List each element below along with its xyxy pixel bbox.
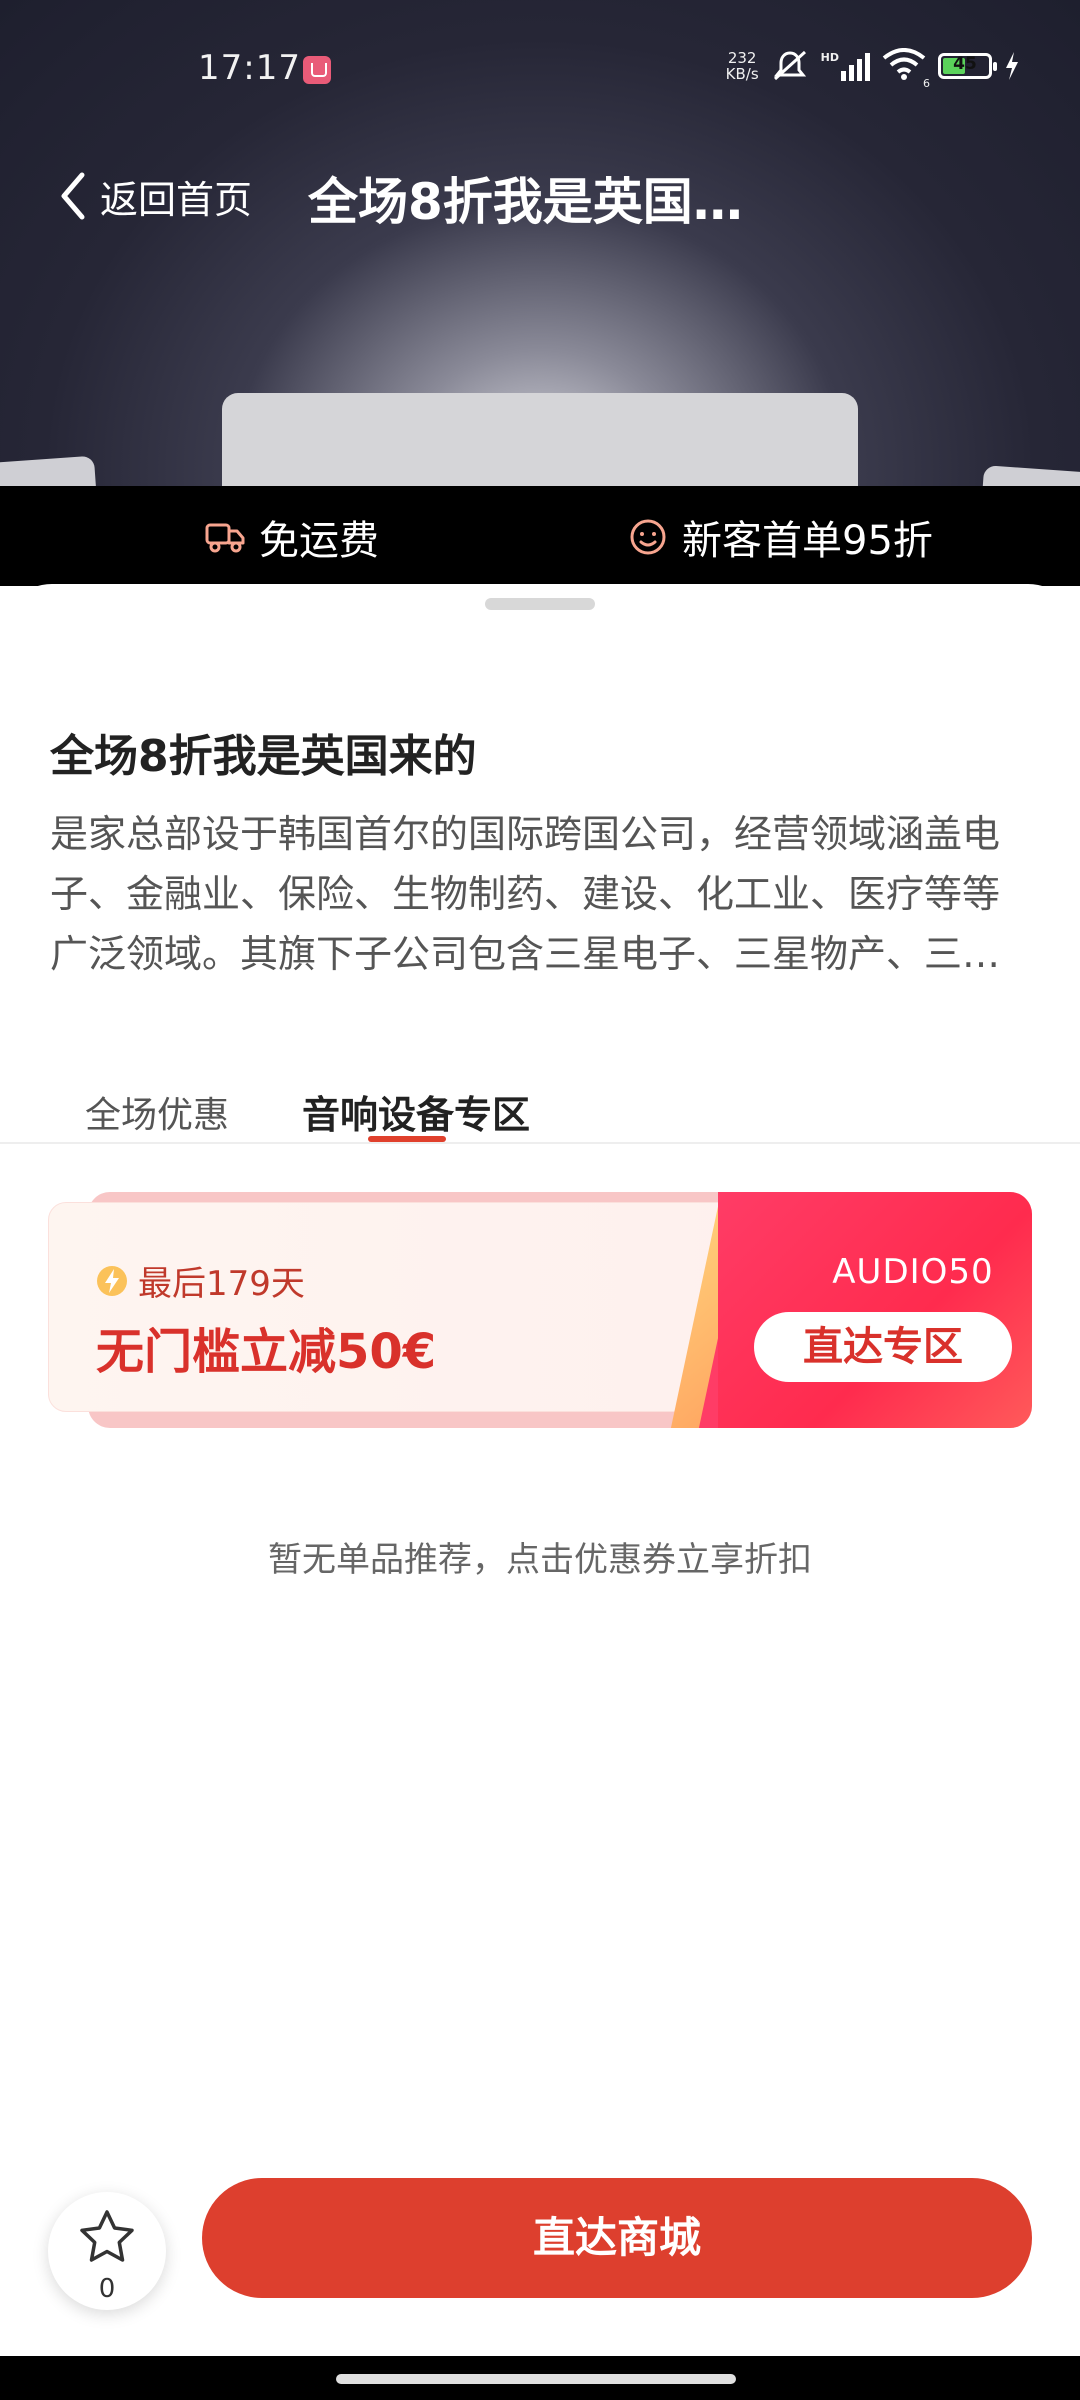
chevron-left-icon	[61, 172, 85, 220]
empty-hint: 暂无单品推荐，点击优惠券立享折扣	[268, 1540, 812, 1580]
wifi-label: 6	[923, 77, 930, 90]
favorite-button[interactable]: 0	[48, 2192, 166, 2310]
coupon-amount: 无门槛立减50€	[96, 1324, 437, 1380]
tab-audio-equipment[interactable]: 音响设备专区	[302, 1084, 530, 1139]
status-bar: 17:17 232 KB/s HD 6 45	[0, 40, 1080, 100]
perk-label: 免运费	[259, 518, 379, 564]
go-to-zone-button[interactable]: 直达专区	[754, 1312, 1012, 1382]
hero-side-card-right	[980, 465, 1080, 486]
sheet-drag-handle[interactable]	[485, 598, 595, 610]
coupon-code: AUDIO50	[832, 1252, 994, 1292]
page-title: 全场8折我是英国…	[308, 173, 743, 231]
star-icon	[80, 2210, 134, 2262]
favorite-count: 0	[98, 2274, 116, 2304]
status-time: 17:17	[198, 48, 301, 88]
coupon-action-area	[718, 1192, 1032, 1428]
net-speed: 232 KB/s	[726, 50, 759, 82]
coupon-expiry: 最后179天	[94, 1256, 305, 1305]
back-button[interactable]: 返回首页	[58, 166, 252, 226]
store-name: 全场8折我是英国来的	[50, 731, 477, 782]
net-speed-value: 232	[727, 49, 757, 67]
tab-all-deals[interactable]: 全场优惠	[85, 1086, 229, 1138]
bottom-bar: 0 直达商城	[0, 2160, 1080, 2360]
home-gesture-handle[interactable]	[336, 2374, 736, 2384]
perk-new-customer: 新客首单95折	[628, 508, 933, 566]
battery-icon: 45	[938, 53, 997, 79]
net-speed-unit: KB/s	[725, 65, 759, 83]
wifi: 6	[882, 48, 930, 90]
coupon-expiry-text: 最后179天	[138, 1264, 305, 1304]
lightning-clock-icon	[97, 1265, 127, 1296]
active-tab-indicator	[368, 1136, 446, 1142]
shopping-app-icon	[303, 56, 331, 84]
store-description[interactable]: 是家总部设于韩国首尔的国际跨国公司，经营领域涵盖电子、金融业、保险、生物制药、建…	[50, 804, 1010, 984]
perk-free-shipping: 免运费	[205, 508, 379, 566]
hero-banner: 17:17 232 KB/s HD 6 45 返回首页 全场8折我是英国…	[0, 0, 1080, 486]
hero-side-card-left	[0, 455, 98, 486]
tab-bar: 全场优惠 音响设备专区	[0, 1054, 1080, 1144]
wifi-icon	[882, 48, 926, 80]
status-icons: 232 KB/s HD 6 45	[726, 48, 1020, 90]
smile-icon	[630, 519, 666, 555]
bell-off-icon	[773, 50, 806, 81]
back-label: 返回首页	[100, 177, 253, 222]
signal-bars-icon	[841, 51, 870, 81]
cell-signal: HD	[821, 51, 870, 81]
perk-label: 新客首单95折	[682, 518, 933, 564]
network-label: HD	[820, 51, 839, 64]
go-to-mall-button[interactable]: 直达商城	[202, 2178, 1032, 2298]
perk-bar: 免运费 新客首单95折	[0, 486, 1080, 586]
hero-card	[222, 393, 858, 486]
coupon-card[interactable]: 最后179天 无门槛立减50€ AUDIO50 直达专区	[48, 1192, 1032, 1428]
charging-bolt-icon	[1006, 52, 1018, 80]
truck-icon	[205, 523, 245, 553]
store-sheet: 全场8折我是英国来的 是家总部设于韩国首尔的国际跨国公司，经营领域涵盖电子、金融…	[0, 584, 1080, 2400]
system-nav-bar	[0, 2356, 1080, 2400]
battery-level: 45	[953, 54, 977, 74]
